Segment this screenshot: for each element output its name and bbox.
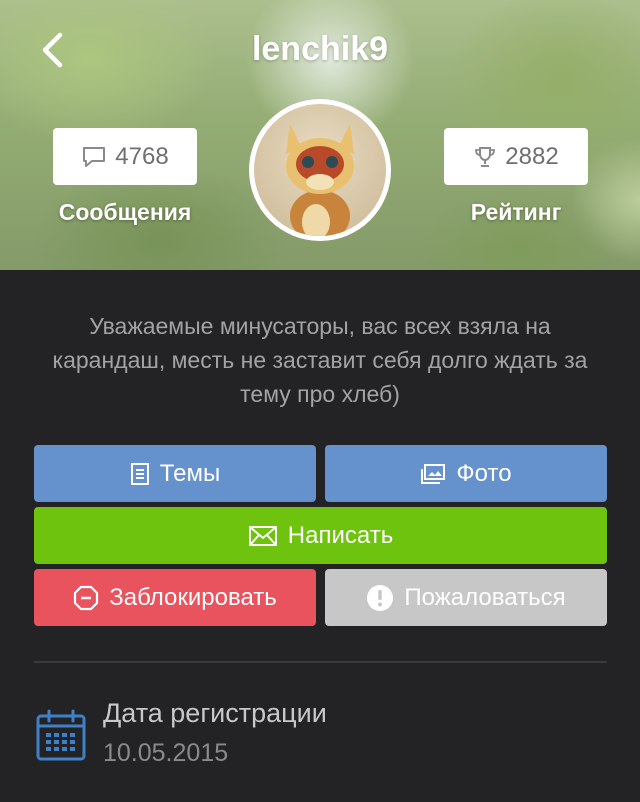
photo-icon [421,463,446,484]
topics-button[interactable]: Темы [34,445,316,502]
write-message-button[interactable]: Написать [34,507,607,564]
section-divider [34,661,607,663]
photo-button[interactable]: Фото [325,445,607,502]
profile-status-text: Уважаемые минусаторы, вас всех взяла на … [52,313,588,407]
block-user-button[interactable]: Заблокировать [34,569,316,626]
block-label: Заблокировать [109,583,277,611]
messages-count-button[interactable]: 4768 [53,128,197,185]
report-label: Пожаловаться [404,583,566,611]
registration-date-title: Дата регистрации [103,698,327,728]
calendar-icon [36,709,86,761]
document-icon [130,462,149,485]
report-user-button[interactable]: Пожаловаться [325,569,607,626]
write-label: Написать [287,521,394,549]
rating-label: Рейтинг [470,199,562,225]
page-title: lenchik9 [251,30,389,68]
trophy-icon [475,146,496,167]
envelope-icon [248,525,277,546]
photo-label: Фото [456,459,512,487]
stop-octagon-icon [74,585,99,610]
rating-count: 2882 [505,142,559,170]
messages-label: Сообщения [58,199,192,225]
avatar-image [254,104,386,236]
topics-label: Темы [159,459,221,487]
chat-bubble-icon [83,146,106,167]
avatar[interactable] [249,99,391,241]
rating-count-button[interactable]: 2882 [444,128,588,185]
registration-date-value: 10.05.2015 [103,739,229,767]
messages-count: 4768 [115,142,169,170]
exclamation-circle-icon [367,584,394,611]
